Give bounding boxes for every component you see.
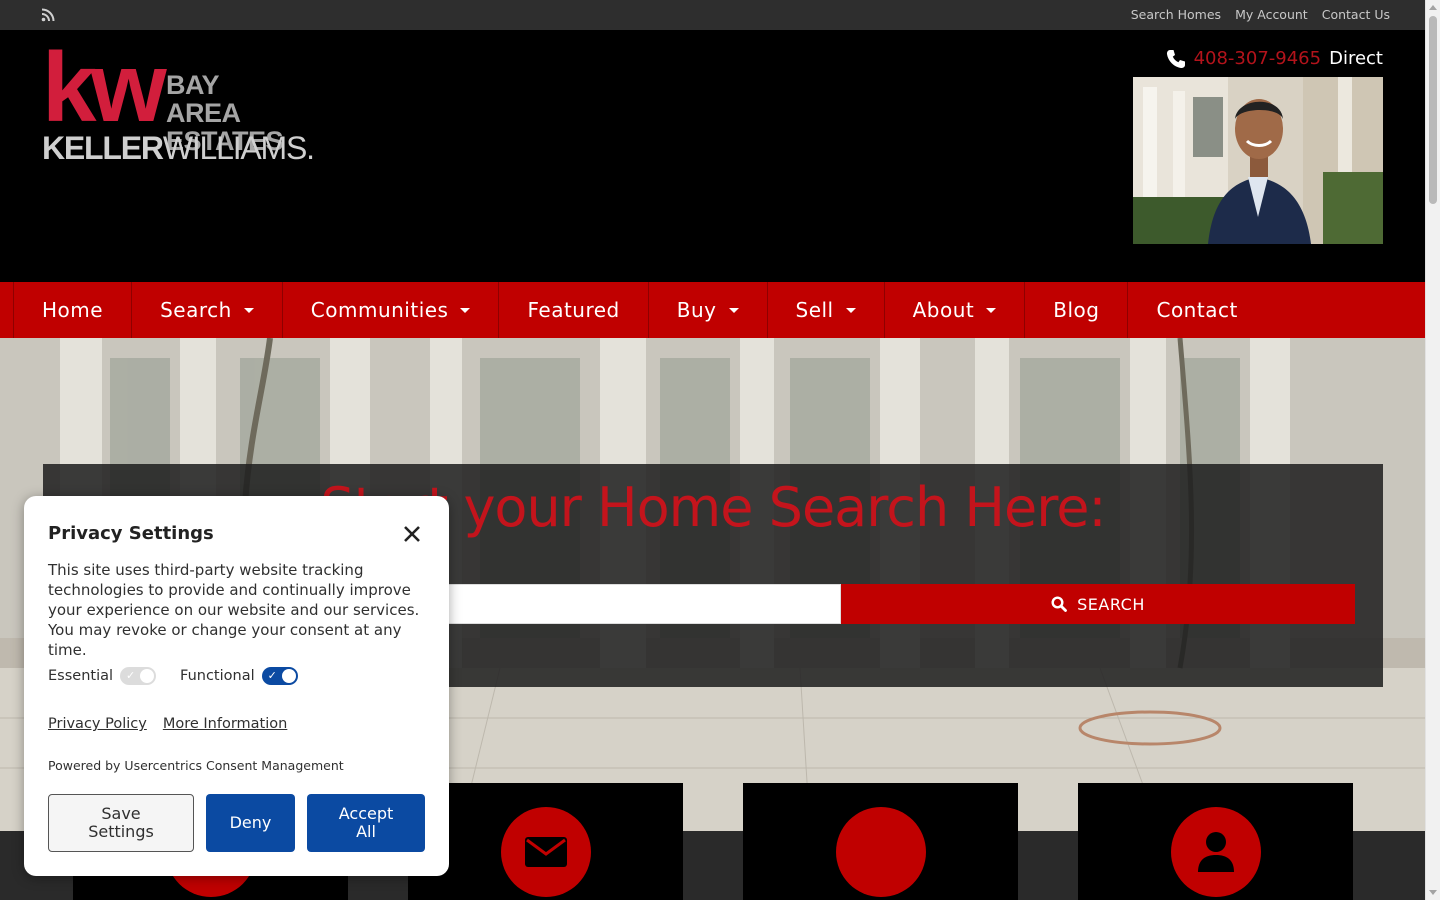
chevron-down-icon — [845, 307, 856, 313]
scroll-up-arrow-icon[interactable] — [1429, 5, 1437, 10]
logo-line-1: BAY AREA — [166, 70, 241, 128]
contact-us-link[interactable]: Contact Us — [1322, 7, 1390, 22]
nav-contact[interactable]: Contact — [1127, 282, 1265, 338]
nav-featured-label: Featured — [527, 298, 620, 322]
feature-card-3-icon-circle — [835, 807, 926, 897]
page-scrollbar[interactable] — [1425, 0, 1440, 900]
toggle-knob — [281, 669, 296, 683]
nav-sell-label: Sell — [795, 298, 834, 322]
search-icon — [1051, 596, 1068, 612]
main-nav: Home Search Communities Featured Buy Sel… — [0, 282, 1425, 338]
envelope-icon — [524, 837, 567, 867]
email-icon-circle — [500, 807, 591, 897]
nav-blog-label: Blog — [1053, 298, 1100, 322]
privacy-settings-dialog: Privacy Settings This site uses third-pa… — [24, 496, 449, 876]
search-homes-link[interactable]: Search Homes — [1131, 7, 1221, 22]
nav-buy[interactable]: Buy — [647, 282, 767, 338]
phone-contact: 408-307-9465 Direct — [1166, 48, 1383, 69]
save-settings-button[interactable]: Save Settings — [48, 794, 194, 852]
essential-toggle: ✓ — [120, 667, 157, 685]
my-account-link[interactable]: My Account — [1235, 7, 1308, 22]
privacy-title: Privacy Settings — [48, 523, 214, 544]
nav-communities[interactable]: Communities — [281, 282, 499, 338]
nav-home[interactable]: Home — [13, 282, 131, 338]
more-information-link[interactable]: More Information — [163, 716, 288, 732]
account-icon-circle — [1170, 807, 1261, 897]
search-button[interactable]: SEARCH — [841, 584, 1355, 624]
nav-search[interactable]: Search — [131, 282, 282, 338]
keller-williams-logo[interactable]: kw BAY AREA ESTATES KELLERWILLIAMS. — [42, 32, 315, 165]
search-button-label: SEARCH — [1077, 594, 1145, 614]
site-header: kw BAY AREA ESTATES KELLERWILLIAMS. 408-… — [0, 30, 1425, 282]
deny-button[interactable]: Deny — [206, 794, 295, 852]
logo-brand-name: KELLERWILLIAMS. — [42, 130, 315, 166]
nav-about[interactable]: About — [883, 282, 1025, 338]
feature-card-account[interactable] — [1078, 783, 1353, 900]
phone-label: Direct — [1329, 48, 1383, 69]
logo-brand-bold: KELLER — [42, 130, 164, 166]
user-icon — [1197, 832, 1234, 872]
chevron-down-icon — [460, 307, 471, 313]
functional-toggle[interactable]: ✓ — [261, 667, 298, 685]
utility-links: Search Homes My Account Contact Us — [1131, 7, 1390, 22]
toggle-knob — [140, 669, 155, 683]
phone-number[interactable]: 408-307-9465 — [1194, 48, 1322, 69]
nav-sell[interactable]: Sell — [766, 282, 884, 338]
privacy-links: Privacy Policy More Information — [48, 716, 287, 732]
feature-card-email[interactable] — [408, 783, 683, 900]
check-icon: ✓ — [126, 669, 136, 682]
chevron-down-icon — [243, 307, 254, 313]
consent-toggles: Essential ✓ Functional ✓ — [48, 667, 298, 685]
nav-about-label: About — [912, 298, 975, 322]
rss-icon[interactable] — [41, 8, 55, 22]
nav-featured[interactable]: Featured — [498, 282, 647, 338]
scroll-thumb[interactable] — [1429, 16, 1437, 204]
powered-by-text: Powered by Usercentrics Consent Manageme… — [48, 758, 344, 773]
nav-home-label: Home — [42, 298, 104, 322]
nav-communities-label: Communities — [310, 298, 449, 322]
nav-blog[interactable]: Blog — [1024, 282, 1127, 338]
nav-search-label: Search — [160, 298, 232, 322]
utility-bar: Search Homes My Account Contact Us — [0, 0, 1425, 30]
chevron-down-icon — [728, 307, 739, 313]
accept-all-button[interactable]: Accept All — [307, 794, 425, 852]
feature-card-3[interactable] — [743, 783, 1018, 900]
scroll-down-arrow-icon[interactable] — [1429, 890, 1437, 895]
chevron-down-icon — [986, 307, 997, 313]
close-icon[interactable] — [403, 525, 421, 543]
phone-icon — [1166, 49, 1185, 68]
nav-contact-label: Contact — [1156, 298, 1238, 322]
agent-photo — [1133, 77, 1383, 244]
essential-label: Essential — [48, 668, 114, 684]
logo-kw-mark: kw — [42, 32, 167, 142]
logo-brand-light: WILLIAMS. — [162, 130, 315, 166]
functional-label: Functional — [180, 668, 255, 684]
privacy-description: This site uses third-party website track… — [48, 561, 420, 659]
check-icon: ✓ — [267, 669, 277, 682]
privacy-policy-link[interactable]: Privacy Policy — [48, 716, 147, 732]
nav-buy-label: Buy — [676, 298, 717, 322]
